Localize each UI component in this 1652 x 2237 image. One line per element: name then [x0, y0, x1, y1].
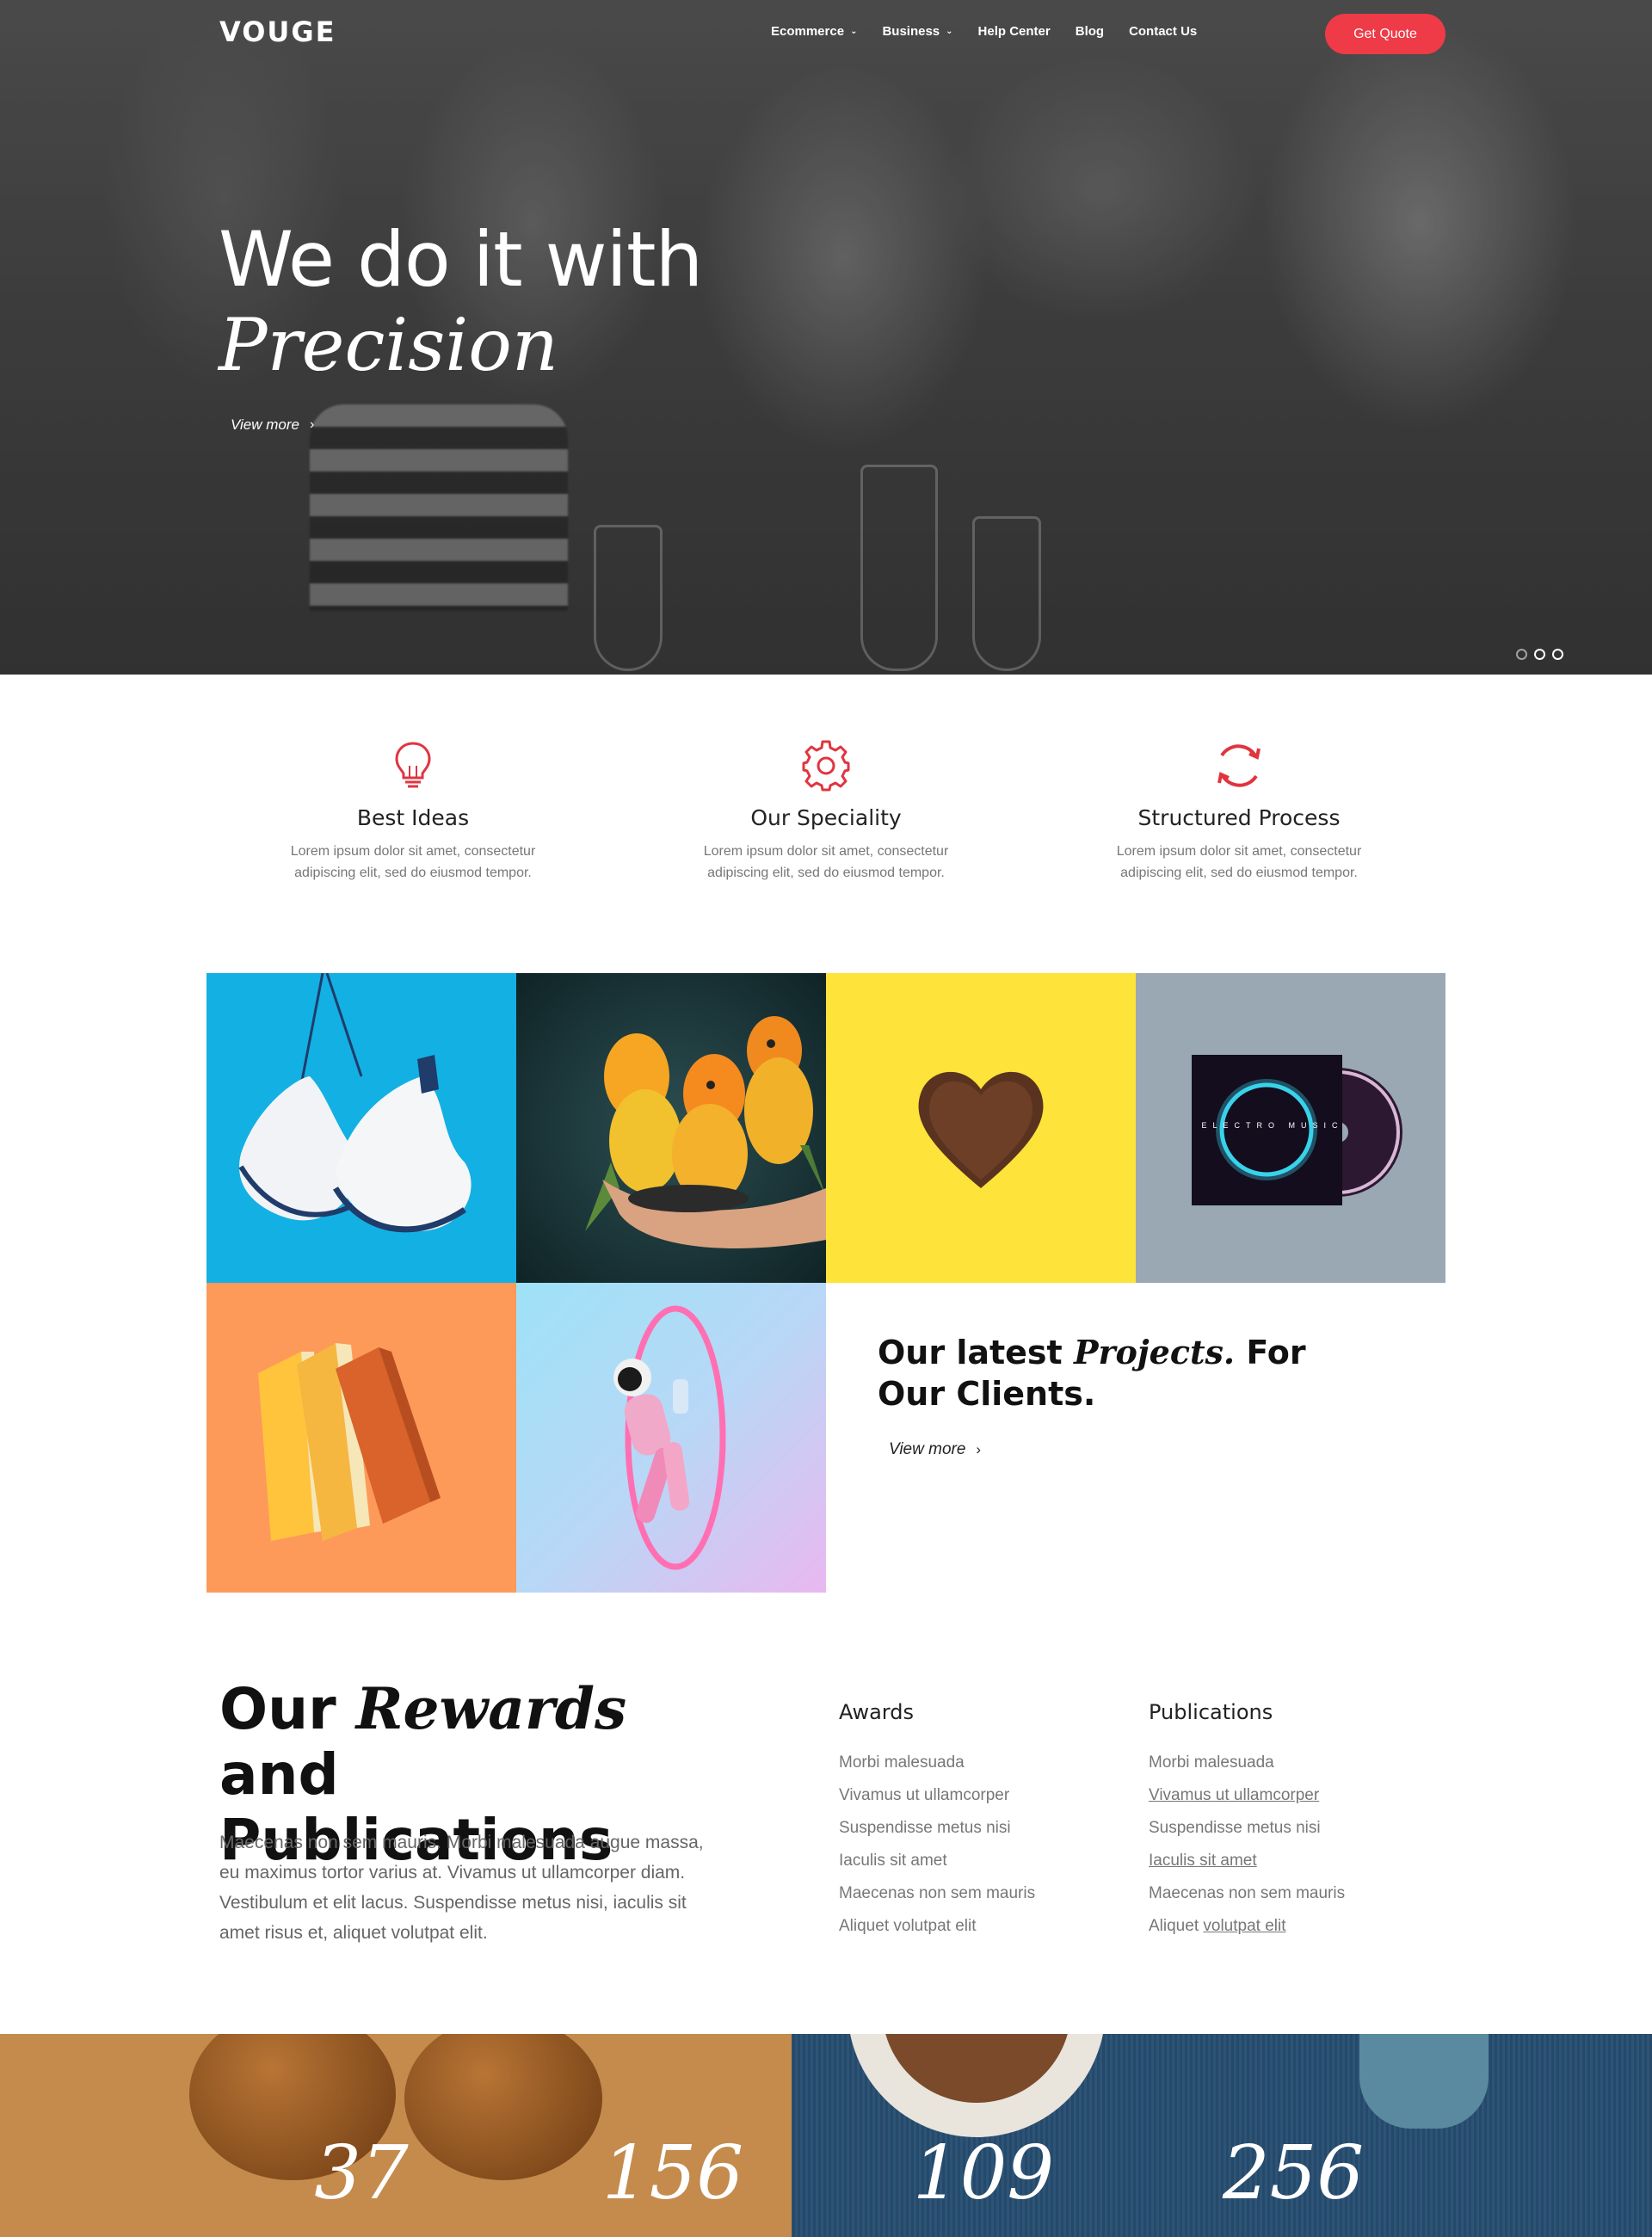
feature-title: Best Ideas: [356, 805, 470, 830]
publications-item-link[interactable]: volutpat elit: [1203, 1917, 1285, 1935]
awards-list: Morbi malesuada Vivamus ut ullamcorper S…: [839, 1752, 1035, 1948]
counter-value: 109: [912, 2130, 1055, 2216]
publications-item-text: Maecenas non sem mauris: [1149, 1884, 1346, 1902]
project-tile-electro-music[interactable]: ELECTRO MUSIC: [1136, 973, 1446, 1283]
slider-dot[interactable]: [1552, 649, 1563, 660]
sneakers-image: [238, 973, 472, 1233]
project-tile-books[interactable]: [206, 1283, 516, 1593]
nav-link-label: Ecommerce: [771, 24, 845, 39]
hero-section: VOUGE Ecommerce ⌄ Business ⌄ Help Center…: [0, 0, 1652, 675]
awards-item: Iaculis sit amet: [839, 1852, 947, 1870]
awards-item: Suspendisse metus nisi: [839, 1819, 1011, 1837]
feature-text: Lorem ipsum dolor sit amet, consectetur …: [1116, 844, 1362, 880]
project-tile-chocolate[interactable]: [826, 973, 1136, 1283]
projects-view-more-link[interactable]: View more ›: [889, 1440, 981, 1459]
projects-heading: Our latest Projects. For Our Clients.: [878, 1332, 1325, 1414]
slider-dots: [1516, 649, 1563, 660]
awards-item: Aliquet volutpat elit: [839, 1917, 977, 1935]
publications-item: Maecenas non sem mauris: [1149, 1883, 1345, 1915]
refresh-icon: [1217, 744, 1261, 787]
chocolate-heart-image: [918, 1071, 1044, 1188]
publications-item-link[interactable]: Iaculis sit amet: [1149, 1852, 1257, 1870]
awards-item: Maecenas non sem mauris: [839, 1884, 1036, 1902]
publications-item-text: Suspendisse metus nisi: [1149, 1819, 1321, 1837]
nav-link-label: Contact Us: [1129, 24, 1198, 39]
hero-title: We do it with: [219, 215, 703, 304]
chevron-down-icon: ⌄: [850, 27, 858, 36]
hero-view-more-label: View more: [231, 416, 299, 433]
awards-item: Morbi malesuada: [839, 1753, 965, 1772]
rewards-heading-pre: Our: [219, 1676, 336, 1742]
nav-link-blog[interactable]: Blog: [1076, 24, 1104, 39]
publications-item: Aliquet volutpat elit: [1149, 1915, 1345, 1948]
rewards-heading-italic: Rewards: [355, 1675, 627, 1742]
publications-item: Suspendisse metus nisi: [1149, 1817, 1345, 1850]
publications-list: Morbi malesuada Vivamus ut ullamcorper S…: [1149, 1752, 1345, 1948]
nav-link-label: Help Center: [977, 24, 1051, 39]
project-tile-parrots[interactable]: [516, 973, 826, 1283]
projects-heading-pre: Our latest: [878, 1334, 1063, 1371]
publications-item-link[interactable]: Vivamus ut ullamcorper: [1149, 1786, 1319, 1804]
project-tile-astronaut[interactable]: [516, 1283, 826, 1593]
nav-link-label: Blog: [1075, 24, 1105, 39]
gear-icon: [802, 740, 850, 792]
publications-item: Morbi malesuada: [1149, 1752, 1345, 1784]
awards-item: Vivamus ut ullamcorper: [839, 1786, 1010, 1804]
feature-title: Our Speciality: [750, 805, 902, 830]
feature-text: Lorem ipsum dolor sit amet, consectetur …: [703, 844, 949, 880]
get-quote-button[interactable]: Get Quote: [1325, 14, 1446, 54]
feature-title: Structured Process: [1137, 805, 1341, 830]
slider-dot[interactable]: [1516, 649, 1527, 660]
album-cover-text: ELECTRO MUSIC: [1201, 1121, 1344, 1130]
astronaut-image: [613, 1305, 726, 1570]
publications-item: Vivamus ut ullamcorper: [1149, 1784, 1345, 1817]
top-navigation: VOUGE Ecommerce ⌄ Business ⌄ Help Center…: [0, 0, 1652, 67]
nav-link-contact-us[interactable]: Contact Us: [1129, 24, 1197, 39]
hero-title-italic: Precision: [219, 303, 558, 387]
slider-dot-active[interactable]: [1534, 649, 1545, 660]
nav-link-label: Business: [882, 24, 940, 39]
nav-link-business[interactable]: Business ⌄: [882, 24, 952, 39]
lightbulb-icon: [395, 742, 431, 788]
publications-heading: Publications: [1149, 1700, 1273, 1724]
feature-text: Lorem ipsum dolor sit amet, consectetur …: [290, 844, 536, 880]
books-image: [258, 1343, 441, 1541]
nav-link-help-center[interactable]: Help Center: [978, 24, 1051, 39]
rewards-description: Maecenas non sem mauris. Morbi malesuada…: [219, 1833, 704, 1943]
chevron-right-icon: ›: [310, 417, 315, 432]
nav-menu: Ecommerce ⌄ Business ⌄ Help Center Blog …: [771, 24, 1222, 39]
feature-structured-process: Structured Process Lorem ipsum dolor sit…: [1067, 738, 1411, 884]
publications-item-text: Morbi malesuada: [1149, 1753, 1274, 1772]
nav-link-ecommerce[interactable]: Ecommerce ⌄: [771, 24, 857, 39]
feature-best-ideas: Best Ideas Lorem ipsum dolor sit amet, c…: [241, 738, 585, 884]
project-tile-sneakers[interactable]: [206, 973, 516, 1283]
publications-item: Iaculis sit amet: [1149, 1850, 1345, 1883]
parrots-image: [585, 1016, 826, 1248]
hero-view-more-link[interactable]: View more ›: [231, 416, 314, 434]
site-logo[interactable]: VOUGE: [219, 15, 336, 48]
counters-photo-teapot: [1359, 2034, 1489, 2129]
counter-value: 37: [314, 2130, 409, 2216]
projects-view-more-label: View more: [889, 1440, 966, 1458]
publications-item-text: Aliquet: [1149, 1917, 1204, 1935]
projects-heading-italic: Projects.: [1073, 1333, 1236, 1371]
feature-our-speciality: Our Speciality Lorem ipsum dolor sit ame…: [654, 738, 998, 884]
chevron-right-icon: ›: [976, 1441, 982, 1457]
counter-value: 256: [1222, 2130, 1365, 2216]
awards-heading: Awards: [839, 1700, 914, 1724]
chevron-down-icon: ⌄: [946, 27, 953, 36]
counter-value: 156: [601, 2130, 744, 2216]
